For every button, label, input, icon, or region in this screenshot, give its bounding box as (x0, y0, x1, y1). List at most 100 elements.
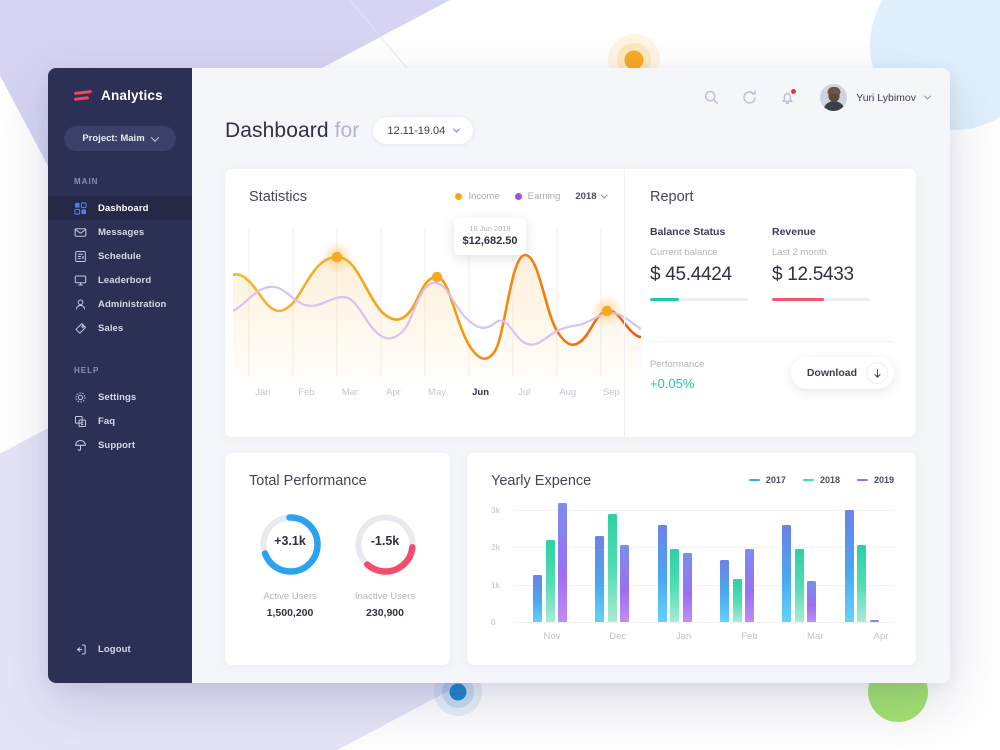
date-range-picker[interactable]: 12.11-19.04 (372, 116, 475, 145)
arrow-down-icon (866, 362, 888, 384)
sidebar-item-administration[interactable]: Administration (48, 292, 192, 316)
sidebar-item-label: Faq (98, 415, 116, 427)
sidebar-item-messages[interactable]: Messages (48, 220, 192, 244)
statistics-title: Statistics (249, 189, 308, 205)
y-axis-tick: 2k (491, 542, 500, 553)
umbrella-icon (74, 439, 87, 452)
statistics-legend: Income Earning 2018 (455, 191, 607, 202)
donut-number: 1,500,200 (266, 607, 314, 619)
report-performance-value: +0.05% (650, 376, 695, 391)
envelope-icon (74, 226, 87, 239)
tooltip-value: $12,682.50 (462, 235, 518, 247)
x-axis-label: Mar (807, 631, 824, 642)
donut-label: Inactive Users (354, 591, 416, 602)
download-button-label: Download (806, 367, 857, 379)
sidebar-item-schedule[interactable]: Schedule (48, 244, 192, 268)
refresh-icon[interactable] (741, 89, 758, 106)
legend-label: Earning (527, 191, 561, 202)
user-icon (74, 298, 87, 311)
bar-group (519, 502, 581, 622)
bar-group (644, 510, 706, 622)
legend-item: 2018 (802, 475, 840, 485)
sidebar-item-label: Schedule (98, 250, 142, 262)
legend-swatch (802, 478, 814, 482)
project-selector[interactable]: Project: Maim (64, 126, 176, 151)
x-axis-label: Jun (472, 387, 490, 398)
report-revenue-sub: Last 2 month (772, 247, 827, 258)
donut-chart-group: +3.1k Active Users 1,500,200 -1.5k Inactive … (225, 509, 450, 619)
legend-swatch (748, 478, 760, 482)
total-performance-header: Total Performance (225, 453, 450, 489)
report-performance-label: Performance (650, 359, 705, 370)
tag-icon (74, 322, 87, 335)
sidebar-item-label: Settings (98, 391, 137, 403)
download-button[interactable]: Download (790, 357, 894, 389)
sidebar-item-leaderbord[interactable]: Leaderbord (48, 268, 192, 292)
monitor-icon (74, 274, 87, 287)
bar (607, 513, 617, 622)
legend-label: Income (468, 191, 500, 202)
sidebar-item-support[interactable]: Support (48, 433, 192, 457)
yearly-expence-x-axis: Nov Dec Jan Feb Mar Apr (519, 631, 914, 642)
gear-icon (74, 391, 87, 404)
sidebar-item-faq[interactable]: Faq (48, 409, 192, 433)
user-name: Yuri Lybimov (856, 91, 916, 104)
main-content: Yuri Lybimov Dashboard for 12.11-19.04 S… (192, 68, 950, 683)
divider (650, 341, 894, 342)
bar (807, 580, 817, 622)
sidebar-item-sales[interactable]: Sales (48, 316, 192, 340)
gridline (513, 622, 895, 623)
sidebar-item-label: Support (98, 439, 136, 451)
bell-icon[interactable] (779, 88, 798, 106)
legend-dot (455, 193, 463, 200)
yearly-expence-legend: 2017 2018 2019 (748, 475, 894, 485)
x-axis-label: Mar (341, 387, 359, 398)
legend-dot (514, 193, 522, 200)
legend-label: 2019 (873, 475, 894, 485)
report-balance-heading: Balance Status (650, 226, 726, 238)
x-axis-label: Jan (675, 631, 692, 642)
screen: Analytics Project: Maim MAIN Dashboard M… (0, 0, 1000, 750)
avatar (820, 84, 848, 111)
y-axis-tick: 0 (491, 617, 496, 627)
x-axis-label: Apr (386, 387, 401, 398)
calendar-icon (74, 250, 87, 263)
bar (533, 575, 543, 622)
x-axis-label: Dec (609, 631, 627, 642)
bar-group (706, 510, 768, 622)
report-title: Report (650, 189, 694, 205)
bar (545, 539, 555, 622)
tooltip-date: 16 Jun 2018 (469, 224, 511, 233)
x-axis-label: Apr (873, 631, 889, 642)
report-panel: Report Balance Status Current balance $ … (624, 169, 916, 437)
bar (720, 560, 730, 622)
report-balance-value: $ 45.4424 (650, 264, 732, 285)
sidebar-item-logout[interactable]: Logout (48, 637, 192, 661)
user-menu[interactable]: Yuri Lybimov (820, 84, 932, 111)
report-balance-progress (650, 298, 748, 302)
sidebar: Analytics Project: Maim MAIN Dashboard M… (48, 68, 192, 683)
sidebar-item-label: Leaderbord (98, 274, 152, 286)
sidebar-item-label: Dashboard (98, 202, 149, 214)
search-icon[interactable] (703, 89, 720, 106)
sidebar-item-settings[interactable]: Settings (48, 385, 192, 409)
chevron-down-icon (923, 92, 932, 100)
bar (857, 545, 867, 622)
x-axis-label: Jul (518, 387, 531, 398)
bar (595, 536, 605, 622)
donut-value: +3.1k (274, 534, 306, 548)
chevron-down-icon (453, 125, 461, 133)
statistics-year-selector[interactable]: 2018 (575, 191, 607, 202)
page-title-suffix: for (334, 118, 360, 142)
sidebar-item-label: Sales (98, 322, 124, 334)
sidebar-item-dashboard[interactable]: Dashboard (48, 196, 192, 220)
page-title: Dashboard for (225, 119, 359, 143)
x-axis-label: Aug (559, 387, 577, 398)
statistics-card: Statistics Income Earning 2018 16 Jun 20… (225, 169, 916, 437)
x-axis-label: Feb (298, 387, 315, 398)
bar (682, 552, 692, 622)
report-revenue-progress (772, 298, 870, 302)
yearly-expence-card: Yearly Expence 2017 2018 2019 0 1k 2k 3k Nov D… (467, 453, 916, 665)
statistics-line-chart: 16 Jun 2018 $12,682.50 (231, 218, 643, 377)
bar (732, 579, 742, 622)
